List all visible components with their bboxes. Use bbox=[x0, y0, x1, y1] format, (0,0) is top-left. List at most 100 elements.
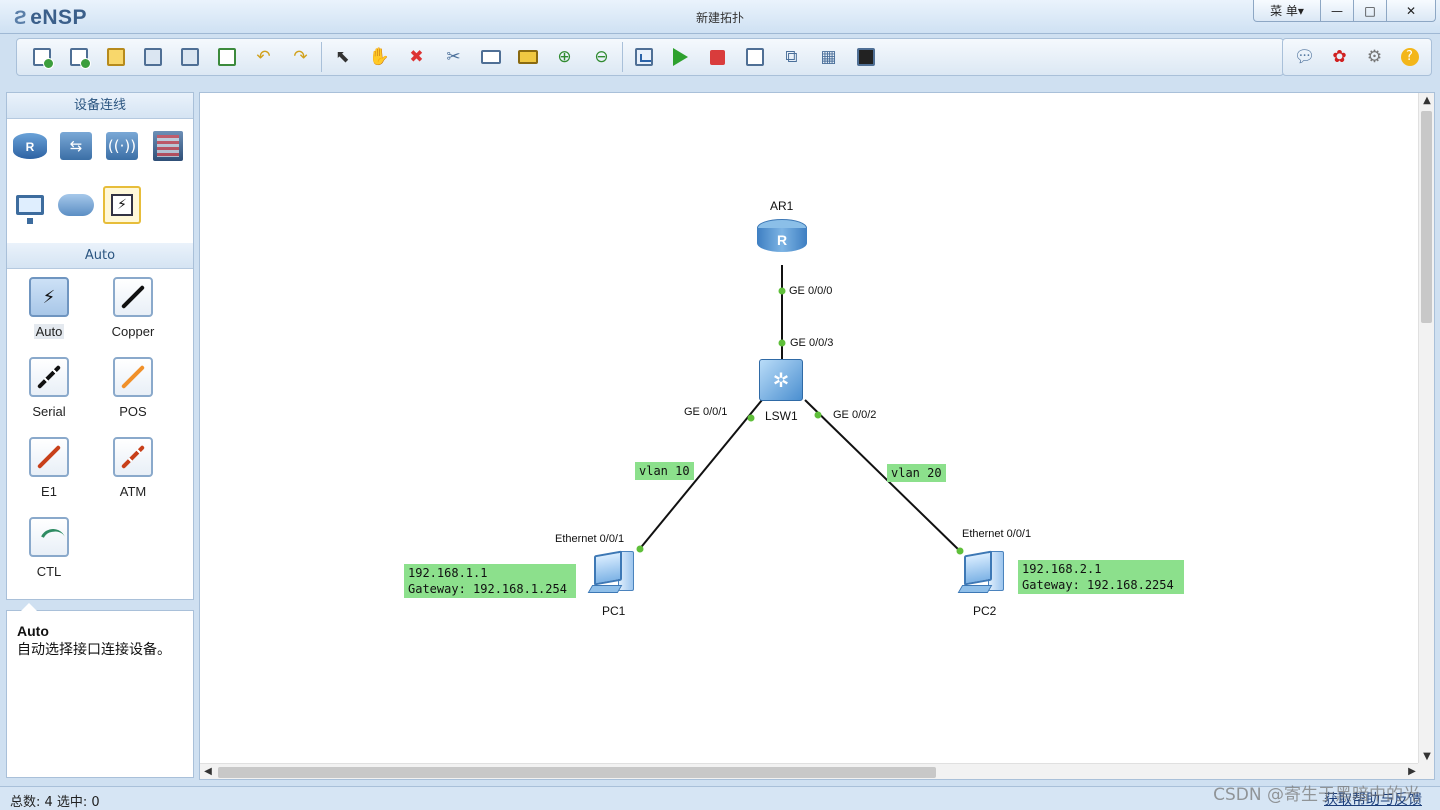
save-as-icon[interactable] bbox=[171, 40, 208, 74]
port-label: Ethernet 0/0/1 bbox=[962, 528, 1032, 540]
scroll-up-icon[interactable]: ▲ bbox=[1419, 93, 1435, 109]
open-icon[interactable] bbox=[97, 40, 134, 74]
text-icon[interactable] bbox=[472, 40, 509, 74]
device-panel: 设备连线 R ⇆ ((·)) ⚡︎ Auto ⚡︎ Auto Copper Se… bbox=[6, 92, 194, 600]
copper-cable-icon bbox=[113, 277, 153, 317]
screenshot-icon[interactable] bbox=[847, 40, 884, 74]
cable-pos[interactable]: POS bbox=[91, 357, 175, 437]
cable-atm[interactable]: ATM bbox=[91, 437, 175, 517]
description-box: Auto 自动选择接口连接设备。 bbox=[6, 603, 194, 778]
horizontal-scrollbar[interactable]: ◀ ▶ bbox=[200, 763, 1420, 779]
display-interface-icon[interactable]: ⧉ bbox=[773, 40, 810, 74]
switch-icon[interactable] bbox=[759, 359, 803, 401]
zoom-in-icon[interactable]: ⊕ bbox=[546, 40, 583, 74]
horizontal-scroll-thumb[interactable] bbox=[218, 767, 936, 778]
topology-canvas[interactable]: AR1 R GE 0/0/0 GE 0/0/3 LSW1 GE 0/0/1 GE… bbox=[199, 92, 1435, 780]
zoom-out-icon[interactable]: ⊖ bbox=[583, 40, 620, 74]
rectangle-icon[interactable] bbox=[509, 40, 546, 74]
auto-cable-icon: ⚡︎ bbox=[29, 277, 69, 317]
vertical-scrollbar[interactable]: ▲ ▼ bbox=[1418, 93, 1434, 765]
pc-icon[interactable] bbox=[587, 550, 640, 599]
description-body: 自动选择接口连接设备。 bbox=[17, 642, 171, 658]
node-ar1-label: AR1 bbox=[770, 199, 794, 213]
firewall-icon bbox=[153, 131, 183, 161]
close-button[interactable]: ✕ bbox=[1386, 0, 1436, 22]
cable-ctl[interactable]: CTL bbox=[7, 517, 91, 597]
device-router[interactable]: R bbox=[7, 125, 53, 167]
stop-icon[interactable] bbox=[699, 40, 736, 74]
print-icon[interactable] bbox=[208, 40, 245, 74]
new-topology-icon[interactable] bbox=[23, 40, 60, 74]
router-icon[interactable]: R bbox=[757, 219, 807, 259]
toolbar-separator bbox=[622, 42, 623, 72]
redo-icon[interactable]: ↷ bbox=[282, 40, 319, 74]
start-icon[interactable] bbox=[662, 40, 699, 74]
node-pc2-label: PC2 bbox=[973, 604, 997, 618]
title-bar: ϩ eNSP 新建拓扑 菜 单▾ — □ ✕ bbox=[0, 0, 1440, 34]
vlan-20-tag[interactable]: vlan 20 bbox=[887, 464, 946, 482]
status-count: 总数: 4 选中: 0 bbox=[10, 795, 100, 810]
port-label: GE 0/0/2 bbox=[833, 409, 877, 421]
cable-copper[interactable]: Copper bbox=[91, 277, 175, 357]
cable-label: Serial bbox=[32, 404, 66, 419]
delete-icon[interactable]: ✖ bbox=[398, 40, 435, 74]
pc1-address-tag[interactable]: 192.168.1.1 Gateway: 192.168.1.254 bbox=[404, 564, 576, 598]
vlan-10-tag[interactable]: vlan 10 bbox=[635, 462, 694, 480]
device-pc[interactable] bbox=[7, 184, 53, 226]
cable-label: Copper bbox=[111, 324, 155, 339]
chat-icon[interactable]: 💬︎ bbox=[1287, 40, 1322, 74]
cable-label: CTL bbox=[36, 564, 62, 579]
grid-icon[interactable]: ▦ bbox=[810, 40, 847, 74]
window-title: 新建拓扑 bbox=[695, 11, 744, 25]
pc-icon[interactable] bbox=[957, 550, 1010, 599]
minimize-button[interactable]: — bbox=[1320, 0, 1354, 22]
serial-cable-icon bbox=[29, 357, 69, 397]
help-icon[interactable]: ? bbox=[1392, 40, 1427, 74]
scroll-left-icon[interactable]: ◀ bbox=[200, 764, 216, 780]
cable-label: Auto bbox=[33, 324, 65, 339]
cable-serial[interactable]: Serial bbox=[7, 357, 91, 437]
cable-label: ATM bbox=[119, 484, 147, 499]
capture-icon[interactable] bbox=[736, 40, 773, 74]
cloud-icon bbox=[58, 194, 94, 216]
cable-e1[interactable]: E1 bbox=[7, 437, 91, 517]
device-switch[interactable]: ⇆ bbox=[53, 125, 99, 167]
port-label: GE 0/0/0 bbox=[789, 285, 833, 297]
port-label: Ethernet 0/0/1 bbox=[555, 533, 625, 545]
device-panel-header: 设备连线 bbox=[7, 93, 193, 119]
port-label: GE 0/0/3 bbox=[790, 337, 834, 349]
vertical-scroll-thumb[interactable] bbox=[1421, 111, 1432, 323]
settings-icon[interactable]: ⚙ bbox=[1357, 40, 1392, 74]
main-toolbar: ↶ ↷ ⬉ ✋ ✖ ✂ ⊕ ⊖ ⧉ ▦ bbox=[16, 38, 1284, 76]
wlan-icon: ((·)) bbox=[106, 132, 138, 160]
select-icon[interactable]: ⬉ bbox=[324, 40, 361, 74]
cable-auto[interactable]: ⚡︎ Auto bbox=[7, 277, 91, 357]
port-dot bbox=[747, 414, 755, 422]
pos-cable-icon bbox=[113, 357, 153, 397]
maximize-button[interactable]: □ bbox=[1353, 0, 1387, 22]
device-cloud[interactable] bbox=[53, 184, 99, 226]
new-example-icon[interactable] bbox=[60, 40, 97, 74]
delete-link-icon[interactable]: ✂ bbox=[435, 40, 472, 74]
node-lsw1-label: LSW1 bbox=[765, 409, 798, 423]
router-icon: R bbox=[13, 133, 47, 159]
cable-label: POS bbox=[119, 404, 147, 419]
app-logo: ϩ eNSP bbox=[14, 6, 87, 30]
save-icon[interactable] bbox=[134, 40, 171, 74]
monitor-icon bbox=[16, 195, 44, 224]
menu-button[interactable]: 菜 单▾ bbox=[1253, 0, 1321, 22]
hand-icon[interactable]: ✋ bbox=[361, 40, 398, 74]
port-dot bbox=[778, 339, 786, 347]
port-dot bbox=[814, 411, 822, 419]
atm-cable-icon bbox=[113, 437, 153, 477]
device-wlan[interactable]: ((·)) bbox=[99, 125, 145, 167]
pc2-address-tag[interactable]: 192.168.2.1 Gateway: 192.168.2254 bbox=[1018, 560, 1184, 594]
cable-grid: ⚡︎ Auto Copper Serial POS E1 ATM CTL bbox=[7, 269, 193, 597]
undo-icon[interactable]: ↶ bbox=[245, 40, 282, 74]
device-firewall[interactable] bbox=[145, 125, 191, 167]
topology-icon[interactable] bbox=[625, 40, 662, 74]
pc1-ip: 192.168.1.1 bbox=[408, 566, 488, 580]
huawei-icon[interactable]: ✿ bbox=[1322, 40, 1357, 74]
port-label: GE 0/0/1 bbox=[684, 406, 728, 418]
device-cable[interactable]: ⚡︎ bbox=[99, 184, 145, 226]
